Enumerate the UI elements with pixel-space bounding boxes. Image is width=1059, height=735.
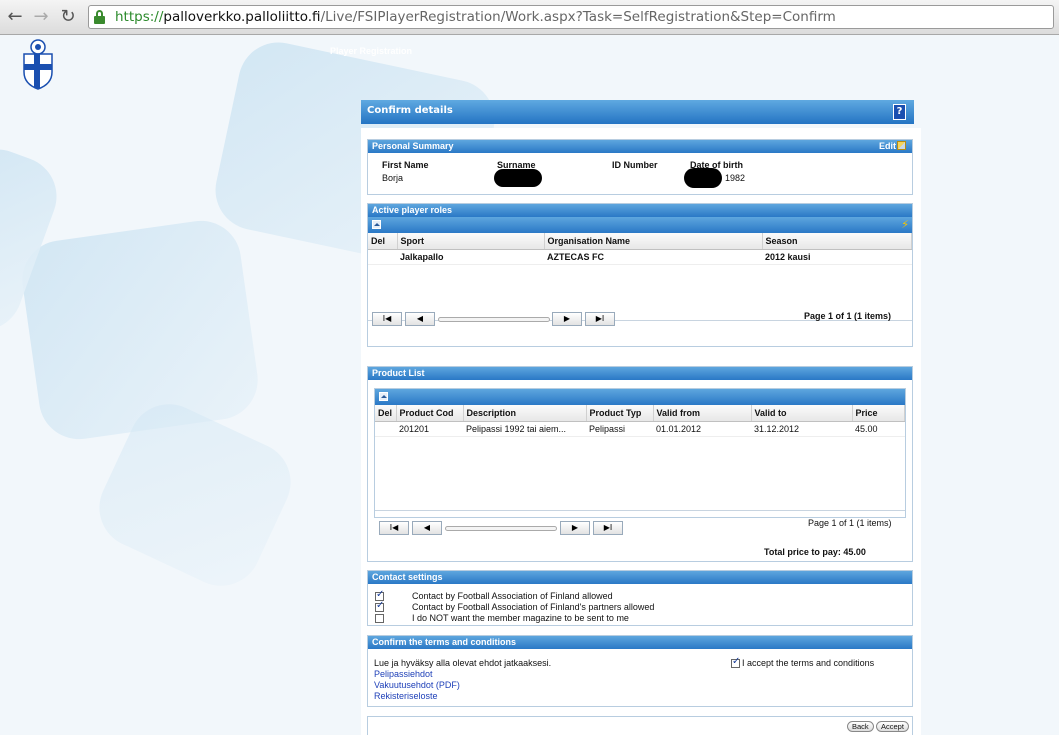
cell-product-type: Pelipassi (586, 421, 653, 437)
pelipassiehdot-link[interactable]: Pelipassiehdot (374, 669, 433, 679)
page-info: Page 1 of 1 (1 items) (804, 311, 892, 321)
next-page-button[interactable]: ▶ (552, 312, 582, 326)
table-row[interactable]: Jalkapallo AZTECAS FC 2012 kausi (368, 249, 912, 265)
back-arrow-icon[interactable]: ← (4, 6, 26, 28)
partners-allowed-checkbox[interactable] (375, 600, 384, 612)
cell-valid-to: 31.12.2012 (751, 421, 852, 437)
page-slider[interactable] (445, 526, 557, 531)
product-list-header: Product List (368, 367, 912, 380)
url-text: https://palloverkko.palloliitto.fi/Live/… (115, 9, 836, 25)
dialog-body: Personal Summary Edit First Name Surname… (361, 128, 921, 735)
no-magazine-label: I do NOT want the member magazine to be … (412, 613, 629, 623)
edit-button[interactable]: Edit (879, 141, 906, 151)
page-slider[interactable] (438, 317, 550, 322)
roles-grid: Del Sport Organisation Name Season Jalka… (368, 233, 912, 321)
edit-label: Edit (879, 141, 896, 151)
footer-panel: Back Accept (367, 716, 913, 735)
active-roles-header: Active player roles (368, 204, 912, 217)
first-page-button[interactable]: I◀ (379, 521, 409, 535)
background-shape (17, 215, 263, 445)
products-pager: I◀ ◀ ▶ ▶I Page 1 of 1 (1 items) (379, 518, 909, 539)
contact-settings-header: Contact settings (368, 571, 912, 584)
forward-arrow-icon[interactable]: → (30, 6, 52, 28)
url-path: /Live/FSIPlayerRegistration/Work.aspx?Ta… (320, 9, 836, 25)
cell-valid-from: 01.01.2012 (653, 421, 751, 437)
column-header[interactable]: Organisation Name (544, 233, 763, 250)
accept-terms-label: I accept the terms and conditions (742, 658, 875, 668)
redacted-surname (494, 169, 542, 187)
column-header[interactable]: Price (852, 405, 905, 422)
rekisteriseloste-link[interactable]: Rekisteriseloste (374, 691, 438, 701)
table-row[interactable]: 201201 Pelipassi 1992 tai aiem... Pelipa… (375, 421, 905, 437)
panel-title: Personal Summary (372, 141, 454, 151)
pencil-icon (897, 141, 906, 150)
last-page-button[interactable]: ▶I (585, 312, 615, 326)
terms-panel: Confirm the terms and conditions Lue ja … (367, 635, 913, 707)
roles-pager: I◀ ◀ ▶ ▶I Page 1 of 1 (1 items) (372, 311, 912, 330)
column-header[interactable]: Season (762, 233, 912, 250)
vakuutusehdot-link[interactable]: Vakuutusehdot (PDF) (374, 680, 460, 690)
column-header[interactable]: Valid from (653, 405, 752, 422)
personal-summary-header: Personal Summary Edit (368, 140, 912, 153)
browser-toolbar: ← → ↻ https://palloverkko.palloliitto.fi… (0, 0, 1059, 35)
terms-header: Confirm the terms and conditions (368, 636, 912, 649)
redacted-dob (684, 168, 722, 188)
contact-settings-panel: Contact settings Contact by Football Ass… (367, 570, 913, 626)
column-header[interactable]: Product Typ (586, 405, 654, 422)
column-header[interactable]: Sport (397, 233, 545, 250)
lock-icon (94, 10, 105, 24)
id-number-label: ID Number (612, 160, 658, 170)
cell-season: 2012 kausi (762, 249, 912, 265)
total-price: Total price to pay: 45.00 (764, 547, 866, 557)
cell-price: 45.00 (852, 421, 905, 437)
prev-page-button[interactable]: ◀ (412, 521, 442, 535)
column-header[interactable]: Description (463, 405, 587, 422)
products-grid-toolbar (375, 389, 905, 405)
collapse-icon[interactable] (372, 220, 381, 229)
first-page-button[interactable]: I◀ (372, 312, 402, 326)
football-association-crest-logo (23, 39, 53, 90)
active-player-roles-panel: Active player roles ⚡ Del Sport Organisa… (367, 203, 913, 347)
date-of-birth-value: 1982 (725, 173, 746, 183)
url-scheme: https:// (115, 9, 164, 25)
url-host: palloverkko.palloliitto.fi (163, 9, 321, 25)
confirm-details-dialog: Confirm details ? Personal Summary Edit … (361, 100, 921, 735)
back-button[interactable]: Back (847, 721, 874, 732)
column-header[interactable]: Product Cod (396, 405, 464, 422)
dialog-title-bar: Confirm details ? (361, 100, 914, 124)
last-page-button[interactable]: ▶I (593, 521, 623, 535)
column-header[interactable]: Valid to (751, 405, 853, 422)
help-icon[interactable]: ? (893, 104, 906, 120)
terms-intro: Lue ja hyväksy alla olevat ehdot jatkaak… (374, 658, 552, 668)
page-info: Page 1 of 1 (1 items) (808, 518, 892, 528)
personal-summary-panel: Personal Summary Edit First Name Surname… (367, 139, 913, 195)
products-grid: Del Product Cod Description Product Typ … (375, 405, 905, 511)
cell-del (375, 421, 396, 437)
prev-page-button[interactable]: ◀ (405, 312, 435, 326)
dialog-title: Confirm details (367, 105, 453, 116)
no-magazine-checkbox[interactable] (375, 614, 384, 623)
contact-allowed-label: Contact by Football Association of Finla… (412, 591, 613, 601)
page-header-title: Player Registration (330, 46, 413, 56)
cell-del (368, 249, 397, 265)
column-header[interactable]: Del (375, 405, 397, 422)
roles-grid-toolbar: ⚡ (368, 217, 912, 233)
accept-button[interactable]: Accept (876, 721, 909, 732)
column-header[interactable]: Del (368, 233, 398, 250)
first-name-label: First Name (382, 160, 429, 170)
cell-description: Pelipassi 1992 tai aiem... (463, 421, 586, 437)
reload-icon[interactable]: ↻ (57, 6, 79, 28)
address-bar[interactable]: https://palloverkko.palloliitto.fi/Live/… (88, 5, 1054, 29)
first-name-value: Borja (382, 173, 404, 183)
cell-organisation: AZTECAS FC (544, 249, 762, 265)
collapse-icon[interactable] (379, 392, 388, 401)
accept-terms-checkbox[interactable] (731, 656, 740, 668)
partners-allowed-label: Contact by Football Association of Finla… (412, 602, 655, 612)
products-grid-frame: Del Product Cod Description Product Typ … (374, 388, 906, 518)
lightning-icon[interactable]: ⚡ (901, 218, 909, 231)
cell-sport: Jalkapallo (397, 249, 544, 265)
cell-product-code: 201201 (396, 421, 463, 437)
next-page-button[interactable]: ▶ (560, 521, 590, 535)
product-list-panel: Product List Del Product Cod Description… (367, 366, 913, 562)
